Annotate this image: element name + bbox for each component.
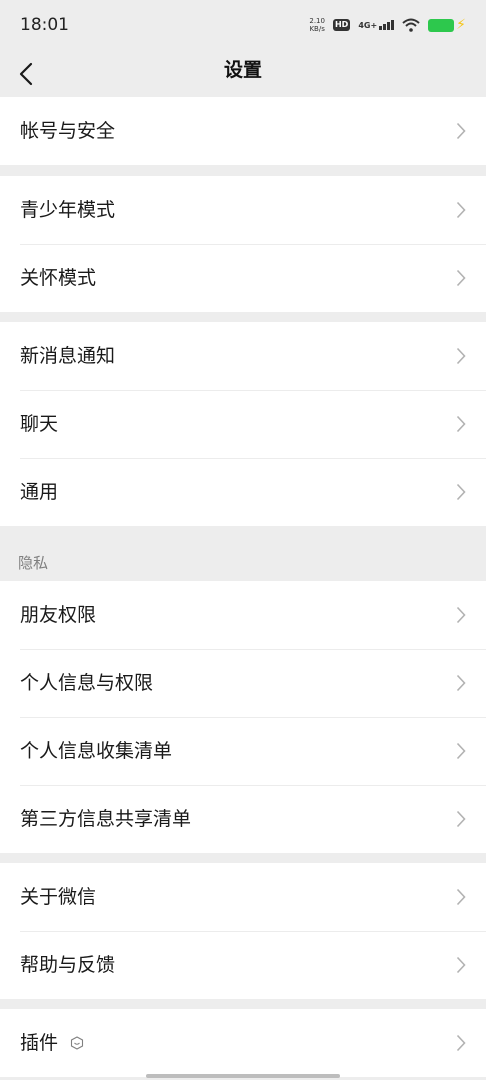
settings-item-help-feedback[interactable]: 帮助与反馈 (0, 931, 486, 999)
settings-item-account-security[interactable]: 帐号与安全 (0, 97, 486, 165)
charging-icon: ⚡ (456, 17, 466, 33)
nav-bar: 设置 (0, 50, 486, 98)
chevron-right-icon (456, 1034, 466, 1052)
chevron-right-icon (456, 606, 466, 624)
settings-group-modes: 青少年模式 关怀模式 (0, 176, 486, 312)
battery-icon: ⚡ (428, 17, 466, 33)
back-button[interactable] (14, 58, 38, 90)
hd-icon: HD (332, 19, 351, 31)
chevron-left-icon (19, 62, 33, 86)
network-type: 4G+ (358, 21, 378, 30)
chevron-right-icon (456, 201, 466, 219)
settings-item-label: 插件 (20, 1032, 59, 1054)
settings-item-general[interactable]: 通用 (0, 458, 486, 526)
settings-item-plugins[interactable]: 插件 (0, 1009, 486, 1077)
section-header-privacy: 隐私 (18, 554, 49, 572)
chevron-right-icon (456, 888, 466, 906)
settings-item-label: 朋友权限 (20, 604, 97, 626)
settings-item-care-mode[interactable]: 关怀模式 (0, 244, 486, 312)
chevron-right-icon (456, 347, 466, 365)
chevron-right-icon (456, 742, 466, 760)
settings-item-label: 关于微信 (20, 886, 97, 908)
settings-item-label: 关怀模式 (20, 267, 97, 289)
status-icons: 2.10 KB/s HD 4G+ ⚡ (309, 17, 466, 33)
chevron-right-icon (456, 810, 466, 828)
settings-group-about: 关于微信 帮助与反馈 (0, 863, 486, 999)
chevron-right-icon (456, 483, 466, 501)
plugin-icon (70, 1036, 84, 1050)
chevron-right-icon (456, 269, 466, 287)
settings-item-label: 个人信息与权限 (20, 672, 154, 694)
settings-item-label: 通用 (20, 481, 59, 503)
settings-item-label: 聊天 (20, 413, 59, 435)
settings-item-label: 帮助与反馈 (20, 954, 116, 976)
settings-item-personal-info-permissions[interactable]: 个人信息与权限 (0, 649, 486, 717)
settings-item-info-collection-list[interactable]: 个人信息收集清单 (0, 717, 486, 785)
wifi-icon (402, 18, 420, 32)
settings-item-teen-mode[interactable]: 青少年模式 (0, 176, 486, 244)
cellular-signal-icon: 4G+ (358, 20, 395, 30)
settings-group-account: 帐号与安全 (0, 97, 486, 165)
settings-item-label: 青少年模式 (20, 199, 116, 221)
settings-item-chat[interactable]: 聊天 (0, 390, 486, 458)
settings-item-friend-permissions[interactable]: 朋友权限 (0, 581, 486, 649)
settings-group-privacy: 朋友权限 个人信息与权限 个人信息收集清单 第三方信息共享清单 (0, 581, 486, 853)
settings-item-label: 个人信息收集清单 (20, 740, 173, 762)
network-speed-value: 2.10 (309, 17, 325, 25)
row-divider (20, 458, 486, 459)
status-time: 18:01 (20, 15, 69, 35)
settings-item-notifications[interactable]: 新消息通知 (0, 322, 486, 390)
chevron-right-icon (456, 674, 466, 692)
row-divider (20, 390, 486, 391)
settings-item-about-wechat[interactable]: 关于微信 (0, 863, 486, 931)
settings-item-label: 帐号与安全 (20, 120, 116, 142)
home-indicator[interactable] (146, 1074, 340, 1078)
page-title: 设置 (223, 59, 262, 81)
chevron-right-icon (456, 956, 466, 974)
chevron-right-icon (456, 415, 466, 433)
settings-item-label: 新消息通知 (20, 345, 116, 367)
chevron-right-icon (456, 122, 466, 140)
settings-item-third-party-sharing-list[interactable]: 第三方信息共享清单 (0, 785, 486, 853)
settings-group-general: 新消息通知 聊天 通用 (0, 322, 486, 526)
settings-item-label: 第三方信息共享清单 (20, 808, 192, 830)
network-speed: 2.10 KB/s (309, 17, 325, 33)
settings-group-plugins: 插件 (0, 1009, 486, 1077)
network-speed-unit: KB/s (309, 25, 325, 33)
status-bar: 18:01 2.10 KB/s HD 4G+ ⚡ (0, 0, 486, 50)
